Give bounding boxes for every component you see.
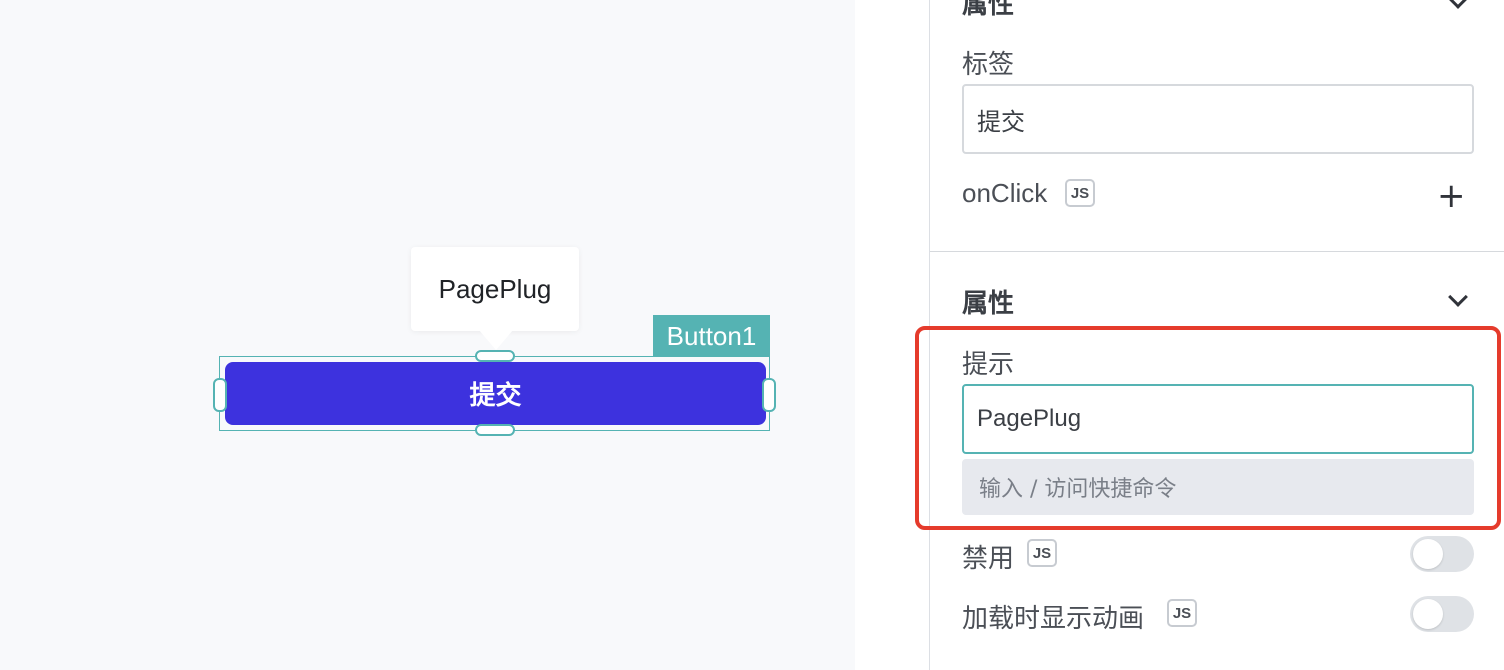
top-section-title[interactable]: 属性 (962, 0, 1014, 21)
resize-handle-left[interactable] (213, 378, 227, 412)
widget-name-text: Button1 (666, 320, 757, 351)
resize-handle-right[interactable] (762, 378, 776, 412)
disabled-label: 禁用 (962, 544, 1015, 574)
chevron-down-icon[interactable] (1448, 287, 1468, 307)
onclick-js-toggle[interactable]: JS (1065, 179, 1095, 207)
onclick-label: onClick (962, 178, 1048, 208)
plus-icon[interactable]: + (1437, 179, 1466, 213)
resize-handle-top[interactable] (475, 350, 515, 362)
section-divider (930, 251, 1504, 252)
label-input-value: 提交 (977, 108, 1025, 136)
button-tooltip: PagePlug (411, 247, 579, 331)
animate-loading-label: 加载时显示动画 (962, 604, 1145, 634)
tooltip-text: PagePlug (438, 273, 552, 304)
animate-loading-switch[interactable] (1410, 596, 1474, 632)
switch-knob (1413, 599, 1443, 629)
tooltip-arrow (479, 330, 513, 350)
disabled-switch[interactable] (1410, 536, 1474, 572)
disabled-js-toggle[interactable]: JS (1027, 539, 1057, 567)
widget-name-tag[interactable]: Button1 (653, 315, 770, 357)
highlight-box (915, 326, 1501, 530)
label-input[interactable]: 提交 (962, 84, 1474, 154)
label-field-label: 标签 (962, 50, 1015, 80)
submit-button-label: 提交 (469, 381, 522, 411)
chevron-down-icon[interactable] (1448, 0, 1468, 9)
switch-knob (1413, 539, 1443, 569)
animate-loading-js-toggle[interactable]: JS (1167, 599, 1197, 627)
properties-section-title[interactable]: 属性 (962, 283, 1014, 320)
resize-handle-bottom[interactable] (475, 424, 515, 436)
submit-button-widget[interactable]: 提交 (225, 362, 766, 425)
